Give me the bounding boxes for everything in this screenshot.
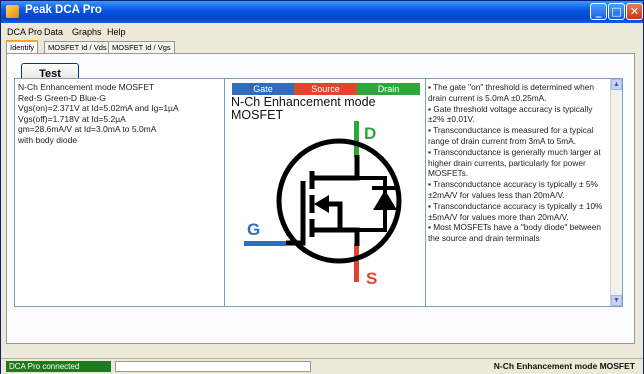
app-window: Peak DCA Pro _ □ ✕ DCA Pro Data Graphs H…	[0, 0, 644, 374]
tab-mosfet-id-vgs[interactable]: MOSFET Id / Vgs	[108, 41, 175, 53]
note-item: ▪ Transconductance accuracy is typically…	[428, 200, 603, 222]
status-progress	[115, 361, 311, 372]
info-line: N-Ch Enhancement mode MOSFET	[18, 82, 155, 92]
note-item: ▪ Transconductance is generally much lar…	[428, 146, 601, 179]
pin-label-d: D	[364, 124, 376, 143]
menu-dca-pro[interactable]: DCA Pro	[7, 27, 42, 37]
info-line: Vgs(on)=2.371V at Id=5.02mA and Ig=1µA	[18, 103, 179, 113]
gate-lead	[244, 241, 286, 246]
device-status: N-Ch Enhancement mode MOSFET	[493, 361, 635, 371]
results-area: N-Ch Enhancement mode MOSFET Red-S Green…	[14, 78, 623, 307]
app-icon	[6, 5, 19, 18]
info-line: gm=28.6mA/V at Id=3.0mA to 5.0mA	[18, 124, 157, 134]
source-lead	[354, 244, 359, 282]
scroll-down-icon[interactable]: ▼	[611, 295, 622, 306]
info-line: with body diode	[18, 134, 78, 145]
note-item: ▪ Transconductance accuracy is typically…	[428, 179, 598, 200]
close-button[interactable]: ✕	[626, 3, 643, 20]
info-line: Vgs(off)=1.718V at Id=5.2µA	[18, 113, 126, 124]
component-info: N-Ch Enhancement mode MOSFET Red-S Green…	[15, 79, 225, 306]
pin-label-s: S	[366, 269, 377, 288]
menu-graphs[interactable]: Graphs	[72, 27, 102, 37]
menu-help[interactable]: Help	[107, 27, 126, 37]
window-title: Peak DCA Pro	[25, 4, 102, 16]
drain-lead	[354, 121, 359, 157]
title-bar[interactable]: Peak DCA Pro _ □ ✕	[1, 1, 643, 23]
info-line: Red-S Green-D Blue-G	[18, 92, 106, 103]
component-diagram: Gate Source Drain N-Ch Enhancement mode …	[225, 79, 426, 306]
notes-box[interactable]: ▪ The gate "on" threshold is determined …	[425, 79, 622, 306]
pin-label-g: G	[247, 220, 260, 239]
tab-mosfet-id-vds[interactable]: MOSFET Id / Vds	[44, 41, 111, 53]
note-item: ▪ The gate "on" threshold is determined …	[428, 82, 594, 103]
maximize-button[interactable]: □	[608, 3, 625, 20]
minimize-button[interactable]: _	[590, 3, 607, 20]
menu-bar: DCA Pro Data Graphs Help	[1, 24, 643, 39]
scroll-up-icon[interactable]: ▲	[611, 79, 622, 90]
body-diode-triangle	[373, 190, 397, 210]
connection-status: DCA Pro connected	[6, 361, 111, 372]
tab-identify[interactable]: Identify	[6, 40, 39, 54]
notes-scrollbar[interactable]: ▲ ▼	[610, 79, 622, 306]
channel-arrow	[314, 195, 329, 213]
menu-data[interactable]: Data	[44, 27, 63, 37]
note-item: ▪ Most MOSFETs have a "body diode" betwe…	[428, 222, 602, 244]
note-item: ▪ Transconductance is measured for a typ…	[428, 125, 594, 146]
mosfet-symbol: D G S	[244, 121, 402, 288]
note-item: ▪ Gate threshold voltage accuracy is typ…	[428, 103, 593, 125]
status-bar: DCA Pro connected N-Ch Enhancement mode …	[1, 358, 643, 374]
